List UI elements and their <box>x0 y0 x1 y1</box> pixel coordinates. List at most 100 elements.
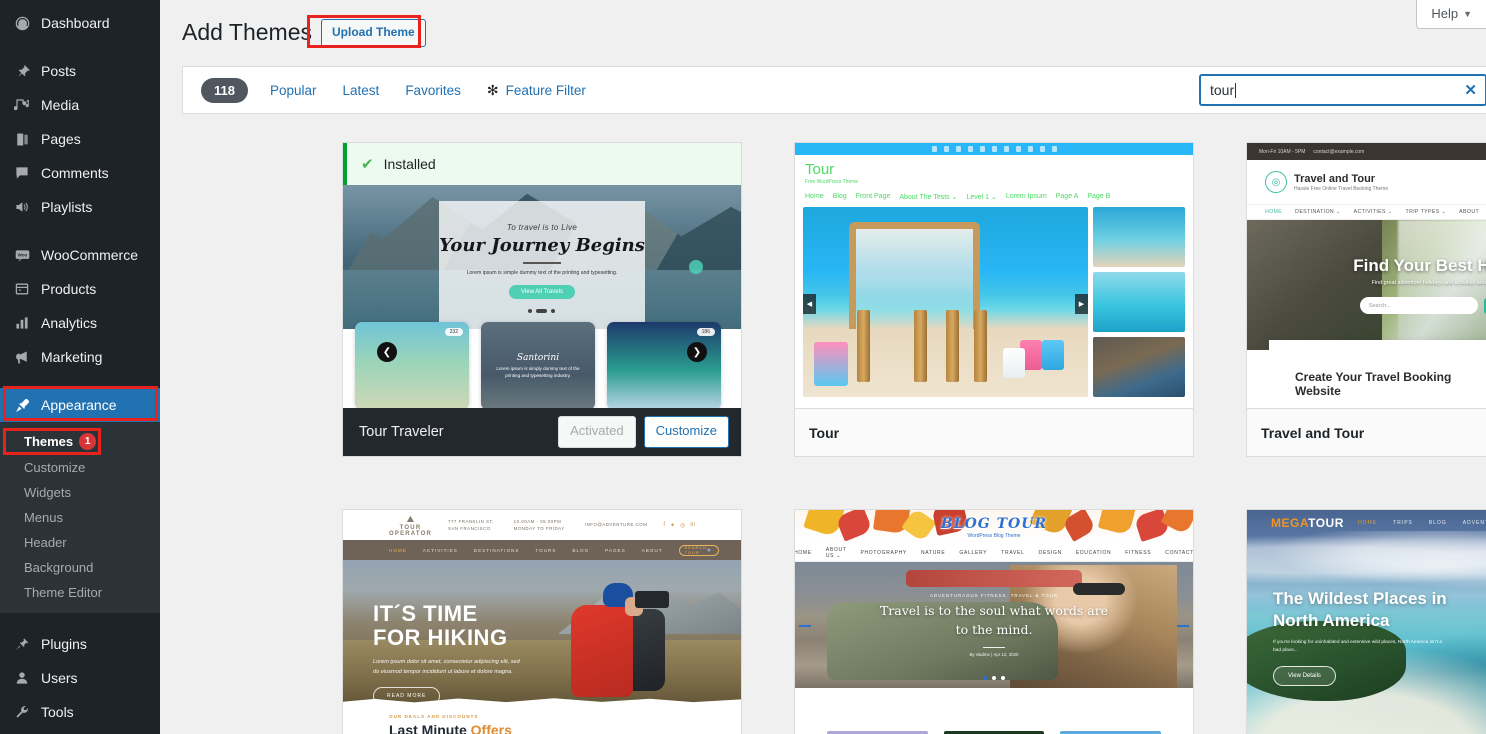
installed-banner: ✔ Installed <box>343 143 741 185</box>
preview-nav-item: Home <box>805 193 824 200</box>
filter-favorites[interactable]: Favorites <box>405 83 461 98</box>
preview-nav-item: HOME <box>795 549 812 556</box>
brush-icon <box>12 395 32 415</box>
customize-button[interactable]: Customize <box>643 416 729 448</box>
sidebar-item-media[interactable]: Media <box>0 88 160 122</box>
theme-card-footer: Travel and Tour <box>1247 408 1486 456</box>
preview-card2-text: Lorem ipsum is simply dummy text of the … <box>496 365 580 378</box>
preview-nav-item: Page B <box>1087 193 1111 200</box>
sidebar-item-appearance[interactable]: Appearance <box>0 388 160 422</box>
theme-card-footer: Tour Traveler Activated Customize <box>343 408 741 456</box>
sidebar-item-pages[interactable]: Pages <box>0 122 160 156</box>
preview-nav-item: ABOUT <box>641 547 663 553</box>
preview-headline-2: FOR HIKING <box>373 624 508 650</box>
sidebar-item-analytics[interactable]: Analytics <box>0 306 160 340</box>
preview-leaves-banner: BLOG TOUR WordPress Blog Theme <box>795 510 1193 544</box>
sidebar-item-label: Pages <box>41 131 81 147</box>
preview-nav-item: TRAVEL <box>1001 549 1025 556</box>
upload-theme-button[interactable]: Upload Theme <box>320 19 426 47</box>
sidebar-subitem-label: Widgets <box>24 485 71 500</box>
theme-card-mega-tour[interactable]: MEGATOUR HOME TRIPS BLOG ADVENTURE TREK … <box>1246 509 1486 734</box>
preview-carousel-next: ▶ <box>1075 294 1088 315</box>
sidebar-subitem-themes[interactable]: Themes 1 <box>0 428 160 455</box>
sidebar-item-users[interactable]: Users <box>0 661 160 695</box>
preview-foot-accent: Offers <box>470 722 512 734</box>
preview-headline-1: IT´S TIME <box>373 601 478 626</box>
preview-nav-item: FITNESS <box>1125 549 1152 556</box>
help-button[interactable]: Help ▼ <box>1416 0 1486 29</box>
theme-screenshot: BLOG TOUR WordPress Blog Theme HOME ABOU… <box>795 510 1193 734</box>
preview-subline: Find great adventure holidays and activi… <box>1371 280 1486 286</box>
check-icon: ✔ <box>361 156 374 173</box>
help-label: Help <box>1431 6 1459 21</box>
sidebar-item-posts[interactable]: Posts <box>0 54 160 88</box>
sidebar-item-tools[interactable]: Tools <box>0 695 160 729</box>
search-input[interactable]: tour ✕ <box>1200 75 1486 105</box>
theme-card-tour-operator[interactable]: ⛰ TOUR OPERATOR 777 FRANKLIN ST, SAN FRA… <box>342 509 742 734</box>
preview-social-bar <box>795 143 1193 155</box>
sidebar-item-marketing[interactable]: Marketing <box>0 340 160 374</box>
sidebar-item-playlists[interactable]: Playlists <box>0 190 160 224</box>
preview-nav-item: BLOG <box>572 547 590 553</box>
preview-nav-item: PHOTOGRAPHY <box>860 549 907 556</box>
filter-latest[interactable]: Latest <box>343 83 380 98</box>
sidebar-item-dashboard[interactable]: Dashboard <box>0 6 160 40</box>
filter-popular[interactable]: Popular <box>270 83 317 98</box>
preview-nav-item: CONTACT <box>1165 549 1193 556</box>
preview-nav-item: DESIGN <box>1038 549 1062 556</box>
sidebar-item-label: WooCommerce <box>41 247 138 263</box>
preview-bottom-title: Create Your Travel Booking Website <box>1295 370 1452 398</box>
sidebar-item-comments[interactable]: Comments <box>0 156 160 190</box>
feature-filter-button[interactable]: ✻ Feature Filter <box>487 82 586 99</box>
preview-byline: By vladme | Apr 12, 2020 <box>969 651 1019 657</box>
preview-nav-item: ACTIVITIES <box>422 547 458 553</box>
sidebar-subitem-customize[interactable]: Customize <box>0 455 160 480</box>
preview-search: SEARCH TOUR 🔍 <box>678 544 720 556</box>
theme-card-blog-tour[interactable]: BLOG TOUR WordPress Blog Theme HOME ABOU… <box>794 509 1194 734</box>
sidebar-item-products[interactable]: Products <box>0 272 160 306</box>
preview-logo-text: TOUR OPERATOR <box>389 524 433 537</box>
clear-x-icon[interactable]: ✕ <box>1464 81 1477 99</box>
carousel-prev-icon[interactable]: ❮ <box>377 342 397 362</box>
preview-badge: 232 <box>444 328 463 336</box>
preview-cta: View All Travels <box>509 284 575 299</box>
preview-view-details-button: View Details <box>1273 666 1336 687</box>
preview-headline: Find Your Best Holiday <box>1353 256 1486 275</box>
sidebar-subitem-menus[interactable]: Menus <box>0 505 160 530</box>
themes-grid: To travel is to Live Your Journey Begins… <box>342 142 1486 734</box>
carousel-next-icon[interactable]: ❯ <box>687 342 707 362</box>
preview-headline: Your Journey Begins <box>439 234 645 256</box>
preview-carousel-dots <box>528 308 556 313</box>
sidebar-item-label: Analytics <box>41 315 98 331</box>
sidebar-item-plugins[interactable]: Plugins <box>0 627 160 661</box>
sidebar-item-label: Posts <box>41 63 77 79</box>
sidebar-subitem-label: Background <box>24 560 94 575</box>
theme-card-tour-traveler[interactable]: To travel is to Live Your Journey Begins… <box>342 142 742 457</box>
analytics-icon <box>12 313 32 333</box>
preview-hours: Mon-Fri 10AM - 5PM <box>1259 148 1306 155</box>
comments-icon <box>12 163 32 183</box>
preview-nav: HOME DESTINATION ⌄ ACTIVITIES ⌄ TRIP TYP… <box>1247 204 1486 220</box>
woocommerce-icon: Woo <box>12 245 32 265</box>
preview-quote: Travel is to the soul what words are to … <box>879 603 1109 637</box>
preview-paragraph: Lorem ipsum dolor sit amet, consectetur … <box>373 658 520 675</box>
preview-topbar: Mon-Fri 10AM - 5PM contact@example.com ✉… <box>1247 143 1486 160</box>
pin-icon <box>12 61 32 81</box>
page-header: Add Themes Upload Theme <box>160 0 1486 48</box>
preview-brand-sub: Hassle Free Online Travel Booking Theme <box>1294 185 1389 192</box>
sidebar-subitem-background[interactable]: Background <box>0 555 160 580</box>
preview-nav-item: Front Page <box>855 193 891 200</box>
preview-brand-name: Travel and Tour <box>1294 172 1376 185</box>
theme-card-travel-and-tour[interactable]: Mon-Fri 10AM - 5PM contact@example.com ✉… <box>1246 142 1486 457</box>
theme-name: Tour <box>809 424 840 441</box>
preview-nav-item: NATURE <box>920 549 946 556</box>
preview-nav-item: About The Tests ⌄ <box>899 194 958 201</box>
sidebar-subitem-theme-editor[interactable]: Theme Editor <box>0 580 160 605</box>
sidebar-item-label: Playlists <box>41 199 93 215</box>
sidebar-subitem-header[interactable]: Header <box>0 530 160 555</box>
sidebar-item-woocommerce[interactable]: Woo WooCommerce <box>0 238 160 272</box>
preview-nav: MEGATOUR HOME TRIPS BLOG ADVENTURE TREK … <box>1247 510 1486 536</box>
sidebar-subitem-widgets[interactable]: Widgets <box>0 480 160 505</box>
theme-card-tour[interactable]: Tour Free WordPress Theme Home Blog Fron… <box>794 142 1194 457</box>
sidebar-item-label: Media <box>41 97 80 113</box>
